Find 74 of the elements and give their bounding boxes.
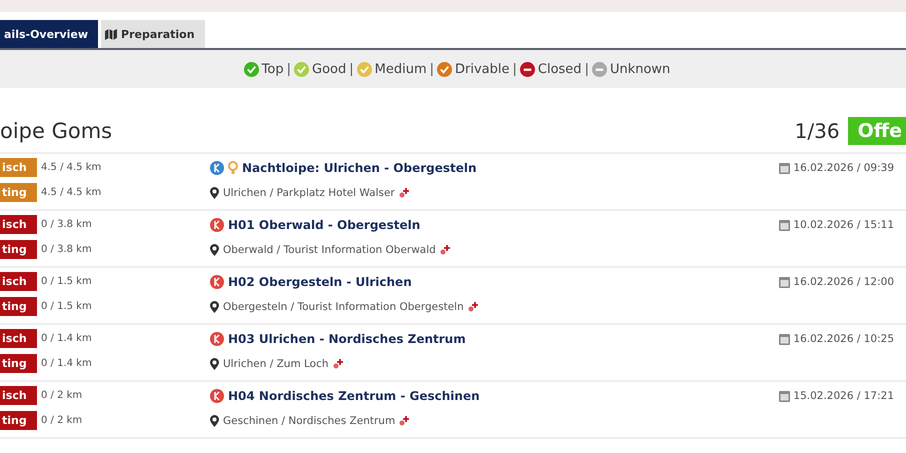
legend-label: Medium	[374, 62, 427, 76]
distance-text: 0 / 1.4 km	[41, 333, 92, 344]
location-text: Ulrichen / Zum Loch	[223, 358, 329, 370]
separator-text: |	[430, 62, 434, 76]
legend-label: Unknown	[610, 62, 670, 76]
marker-plus-icon	[399, 416, 410, 426]
page-title: oipe Goms	[0, 119, 112, 143]
status-badge: isch	[0, 329, 37, 348]
route-link[interactable]: H04 Nordisches Zentrum - Geschinen	[228, 388, 480, 402]
legend-label: Drivable	[455, 62, 510, 76]
date-text: 10.02.2026 / 15:11	[793, 218, 894, 230]
status-badge: isch	[0, 386, 37, 405]
status-badge: ting	[0, 354, 37, 373]
location-text: Oberwald / Tourist Information Oberwald	[223, 244, 436, 256]
status-badge: ting	[0, 411, 37, 430]
distance-text: 0 / 1.4 km	[41, 358, 92, 369]
location-pin-icon	[210, 300, 219, 312]
status-badge: ting	[0, 183, 37, 202]
legend-label: Closed	[538, 62, 582, 76]
marker-plus-icon	[468, 302, 478, 312]
marker-plus-icon	[332, 358, 343, 368]
location-text: Geschinen / Nordisches Zentrum	[223, 414, 396, 426]
calendar-icon	[779, 390, 790, 402]
separator-text: |	[349, 62, 354, 76]
calendar-icon	[779, 276, 790, 288]
distance-text: 4.5 / 4.5 km	[41, 187, 102, 198]
distance-text: 0 / 2 km	[41, 415, 82, 426]
tab[interactable]: Preparation	[101, 20, 205, 48]
check-circle-icon	[356, 62, 372, 76]
calendar-icon	[779, 332, 790, 344]
status-badge: ting	[0, 297, 37, 316]
separator-text: |	[286, 62, 291, 76]
legend-label: Top	[262, 62, 284, 76]
status-badge: isch	[0, 272, 37, 291]
check-circle-icon	[294, 62, 309, 76]
separator-text: |	[512, 62, 517, 76]
separator-text: |	[584, 62, 589, 76]
map-icon	[105, 28, 118, 40]
distance-text: 0 / 2 km	[41, 390, 82, 401]
tab[interactable]: ails-Overview	[0, 20, 98, 48]
location-text: Ulrichen / Parkplatz Hotel Walser	[223, 186, 395, 198]
status-badge: Offe	[848, 117, 906, 145]
distance-text: 0 / 3.8 km	[41, 244, 92, 255]
calendar-icon	[779, 162, 790, 174]
date-text: 16.02.2026 / 10:25	[793, 332, 894, 344]
minus-circle-icon	[592, 62, 607, 76]
distance-text: 0 / 1.5 km	[41, 301, 92, 312]
minus-circle-icon	[520, 62, 535, 76]
date-text: 16.02.2026 / 09:39	[793, 162, 894, 174]
location-pin-icon	[210, 186, 219, 198]
route-link[interactable]: H01 Oberwald - Obergesteln	[228, 218, 420, 232]
marker-plus-icon	[398, 188, 409, 198]
location-text: Obergesteln / Tourist Information Obergesteln	[223, 300, 464, 312]
status-badge: ting	[0, 240, 37, 259]
check-circle-icon	[437, 62, 452, 76]
marker-plus-icon	[440, 244, 450, 254]
distance-text: 0 / 1.5 km	[41, 276, 92, 287]
route-link[interactable]: H02 Obergesteln - Ulrichen	[228, 274, 412, 288]
status-badge: isch	[0, 215, 37, 234]
location-pin-icon	[210, 414, 219, 426]
date-text: 16.02.2026 / 12:00	[793, 276, 894, 288]
check-circle-icon	[244, 62, 259, 76]
legend-label: Good	[312, 62, 346, 76]
status-badge: isch	[0, 158, 37, 177]
lightbulb-icon	[228, 161, 238, 174]
location-pin-icon	[210, 244, 219, 256]
route-link[interactable]: Nachtloipe: Ulrichen - Obergesteln	[242, 160, 477, 174]
distance-text: 4.5 / 4.5 km	[41, 162, 102, 173]
date-text: 15.02.2026 / 17:21	[793, 390, 894, 402]
route-link[interactable]: H03 Ulrichen - Nordisches Zentrum	[228, 332, 466, 346]
route-count: 1/36	[794, 119, 840, 143]
location-pin-icon	[210, 358, 219, 370]
calendar-icon	[779, 218, 790, 230]
distance-text: 0 / 3.8 km	[41, 219, 92, 230]
